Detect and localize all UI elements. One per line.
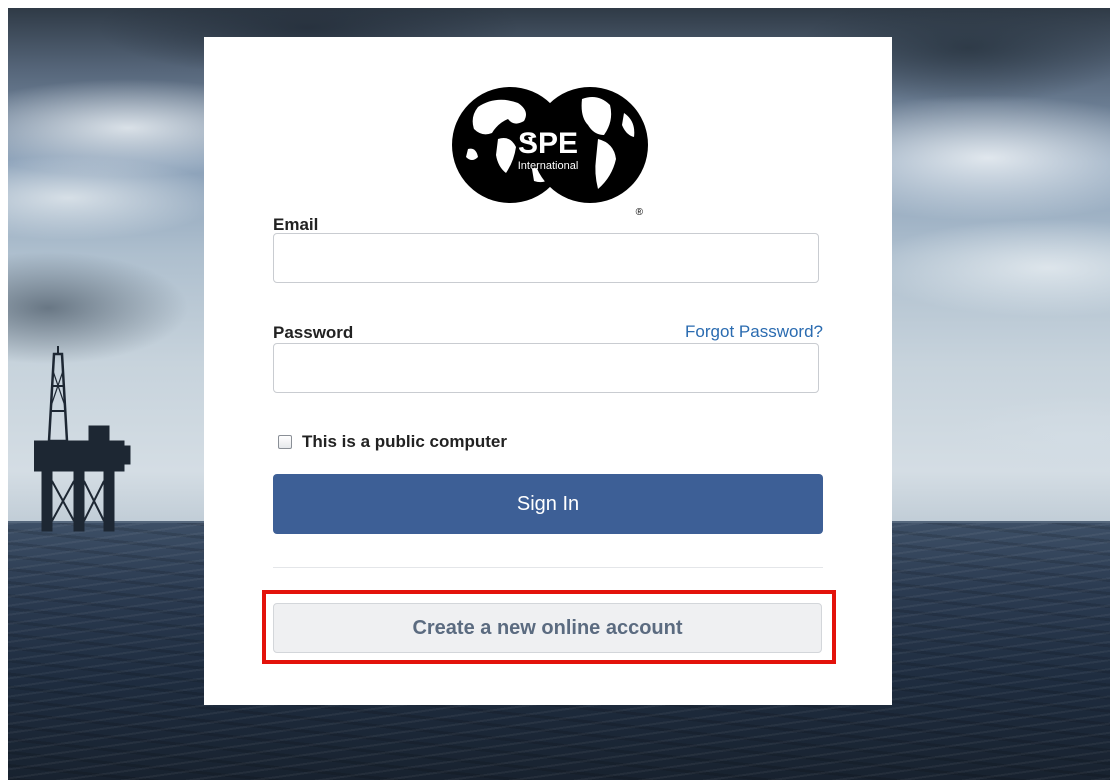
password-field[interactable] [273, 343, 819, 393]
logo-text: SPE [518, 127, 578, 160]
create-account-button[interactable]: Create a new online account [273, 603, 822, 653]
logo-subtext: International [518, 160, 579, 172]
public-computer-label[interactable]: This is a public computer [302, 432, 507, 452]
sign-in-button[interactable]: Sign In [273, 474, 823, 534]
oil-rig-silhouette [34, 346, 131, 532]
forgot-password-link[interactable]: Forgot Password? [685, 322, 823, 342]
divider [273, 567, 823, 568]
email-label: Email [273, 215, 319, 234]
public-computer-checkbox[interactable] [278, 435, 292, 449]
spe-logo: SPE International ® [452, 87, 648, 217]
password-label: Password [273, 323, 354, 342]
login-card: SPE International ® Email Password Forgo… [204, 37, 892, 705]
public-computer-option: This is a public computer [278, 432, 507, 452]
registered-mark: ® [636, 207, 644, 217]
email-field[interactable] [273, 233, 819, 283]
